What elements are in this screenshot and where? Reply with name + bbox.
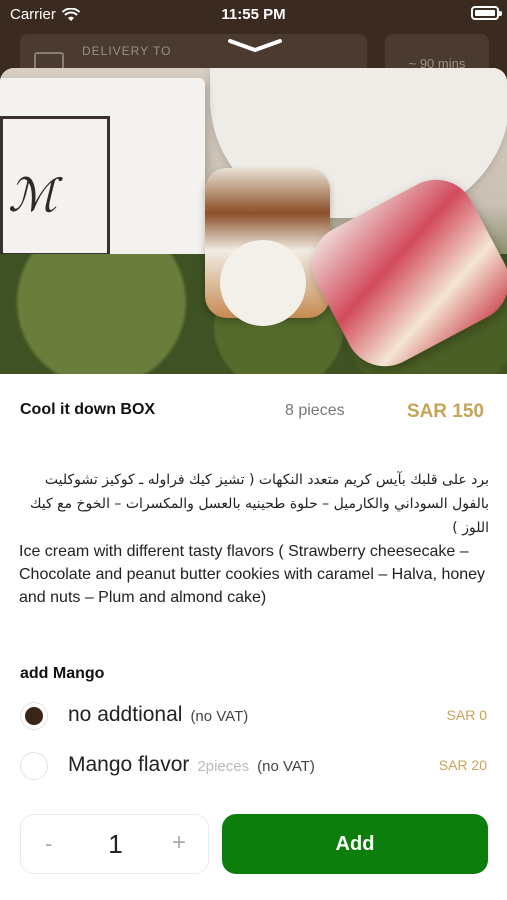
- status-bar: Carrier 11:55 PM: [0, 0, 507, 30]
- option-name: no addtional: [68, 703, 183, 726]
- delivery-to-label: DELIVERY TO: [82, 44, 172, 58]
- chevron-down-icon[interactable]: [226, 38, 284, 54]
- option-name: Mango flavor: [68, 753, 190, 776]
- description-arabic: برد على قلبك بآيس كريم متعدد النكهات ( ت…: [29, 472, 489, 536]
- product-image: ℳ: [0, 68, 507, 374]
- product-sheet: ℳ Cool it down BOX 8 pieces SAR 150 برد …: [0, 68, 507, 900]
- radio-button[interactable]: [20, 752, 48, 780]
- brand-logo: ℳ: [8, 168, 58, 222]
- addon-section-title: add Mango: [20, 665, 105, 682]
- add-to-cart-button[interactable]: Add: [222, 814, 488, 874]
- product-pieces: 8 pieces: [285, 402, 345, 419]
- option-vat: (no VAT): [190, 708, 249, 725]
- option-vat: (no VAT): [257, 758, 315, 775]
- product-description: برد على قلبك بآيس كريم متعدد النكهات ( ت…: [19, 468, 489, 609]
- option-price: SAR 0: [446, 707, 487, 723]
- description-english: Ice cream with different tasty flavors (…: [19, 543, 486, 606]
- dessert-jar: [205, 168, 330, 326]
- option-extra: 2pieces: [197, 758, 250, 775]
- status-time: 11:55 PM: [221, 6, 286, 23]
- radio-button[interactable]: [20, 702, 48, 730]
- addon-option-no-additional[interactable]: no addtional (no VAT) SAR 0: [0, 697, 507, 737]
- increment-button[interactable]: +: [172, 829, 186, 857]
- quantity-stepper: - 1 +: [20, 814, 209, 874]
- battery-icon: [471, 6, 502, 20]
- product-title: Cool it down BOX: [20, 401, 156, 418]
- option-price: SAR 20: [438, 757, 487, 773]
- product-price: SAR 150: [406, 401, 484, 422]
- addon-option-mango[interactable]: Mango flavor 2pieces (no VAT) SAR 20: [0, 747, 507, 787]
